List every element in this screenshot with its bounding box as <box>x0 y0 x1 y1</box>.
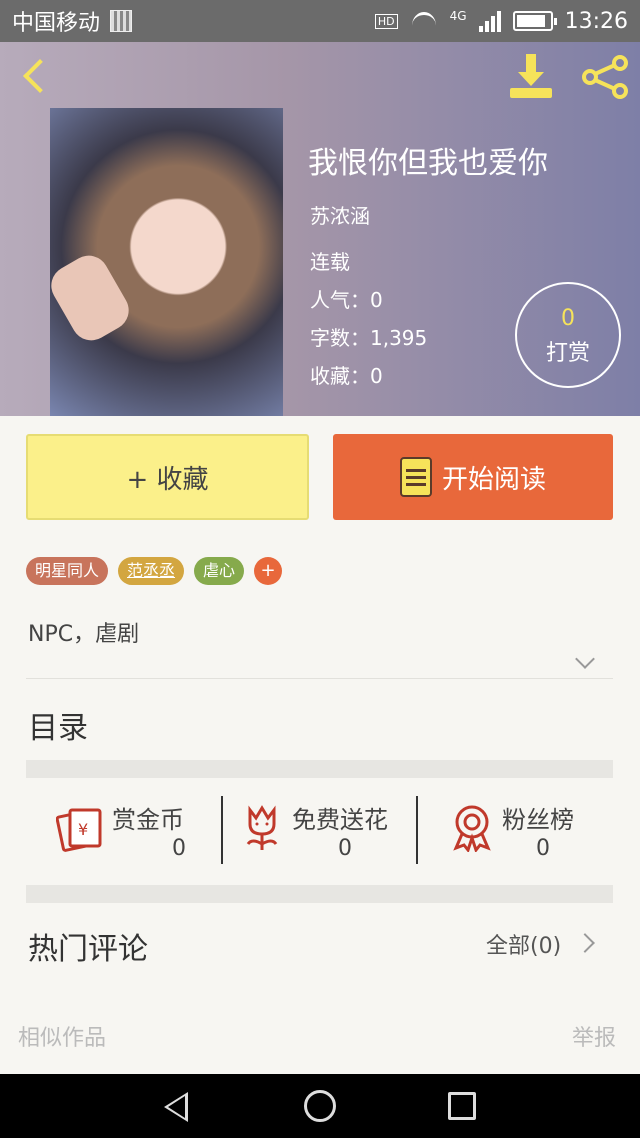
signal-icon <box>478 10 501 32</box>
nav-back-icon[interactable] <box>164 1092 188 1122</box>
nav-home-icon[interactable] <box>304 1090 336 1122</box>
reward-coin-count: 0 <box>172 836 186 861</box>
collect-button[interactable]: + 收藏 <box>26 434 309 520</box>
tag-list: 明星同人 范丞丞 虐心 + <box>26 557 283 585</box>
share-icon[interactable] <box>580 54 630 100</box>
section-separator <box>26 760 613 778</box>
back-button[interactable] <box>18 56 50 98</box>
free-flower-label: 免费送花 <box>292 806 388 834</box>
battery-icon <box>512 11 557 31</box>
start-reading-label: 开始阅读 <box>441 464 546 495</box>
book-icon <box>399 457 432 497</box>
carrier-name: 中国移动 <box>12 11 101 36</box>
nav-recent-apps-icon[interactable] <box>448 1092 476 1120</box>
free-flower-count: 0 <box>338 836 352 861</box>
tip-count: 0 <box>561 306 575 331</box>
tag-item[interactable]: 虐心 <box>194 557 245 585</box>
reward-coin-label: 赏金币 <box>112 806 184 834</box>
popularity-stat: 人气：0 <box>310 288 383 312</box>
clock: 13:26 <box>564 8 628 34</box>
author-name[interactable]: 苏浓涵 <box>310 200 370 229</box>
tip-label: 打赏 <box>545 341 590 366</box>
wifi-icon <box>410 10 438 32</box>
fan-rank-button[interactable]: 粉丝榜 0 <box>450 796 610 866</box>
red-envelope-icon: ¥ <box>56 808 102 852</box>
fan-rank-label: 粉丝榜 <box>502 806 574 834</box>
tag-item[interactable]: 范丞丞 <box>118 557 185 585</box>
hot-comments-title: 热门评论 <box>28 932 148 967</box>
all-comments-link[interactable]: 全部(0) <box>486 928 561 960</box>
favorites-stat: 收藏：0 <box>310 364 383 388</box>
divider <box>416 796 418 864</box>
flower-icon <box>246 805 278 850</box>
table-of-contents-title[interactable]: 目录 <box>28 703 88 747</box>
system-nav-bar <box>0 1074 640 1138</box>
divider <box>26 678 613 679</box>
word-count-stat: 字数：1,395 <box>310 326 428 350</box>
chevron-down-icon[interactable] <box>575 649 595 669</box>
start-reading-button[interactable]: 开始阅读 <box>333 434 613 520</box>
tip-button[interactable]: 0 打赏 <box>515 282 621 388</box>
divider <box>221 796 223 864</box>
book-title: 我恨你但我也爱你 <box>308 146 548 181</box>
chevron-right-icon[interactable] <box>575 933 595 953</box>
add-tag-button[interactable]: + <box>254 557 283 585</box>
download-icon[interactable] <box>508 54 558 100</box>
book-description: NPC，虐剧 <box>28 622 140 647</box>
network-type: 4G <box>449 8 467 23</box>
svg-text:¥: ¥ <box>78 820 88 839</box>
reward-coin-button[interactable]: ¥ 赏金币 0 <box>56 796 216 866</box>
report-link[interactable]: 举报 <box>572 1020 616 1052</box>
section-separator <box>26 885 613 903</box>
status-bar: 中国移动 HD 4G 13:26 <box>0 0 640 42</box>
qr-code-icon <box>110 10 133 32</box>
tag-item[interactable]: 明星同人 <box>26 557 109 585</box>
support-stats-row: ¥ 赏金币 0 免费送花 0 粉丝榜 0 <box>26 778 613 884</box>
free-flower-button[interactable]: 免费送花 0 <box>242 796 422 866</box>
fan-rank-count: 0 <box>536 836 550 861</box>
medal-icon <box>453 805 491 852</box>
book-cover-image[interactable] <box>50 108 283 416</box>
similar-works-link[interactable]: 相似作品 <box>18 1020 106 1052</box>
serial-status: 连载 <box>310 250 350 274</box>
hd-badge: HD <box>374 13 398 29</box>
